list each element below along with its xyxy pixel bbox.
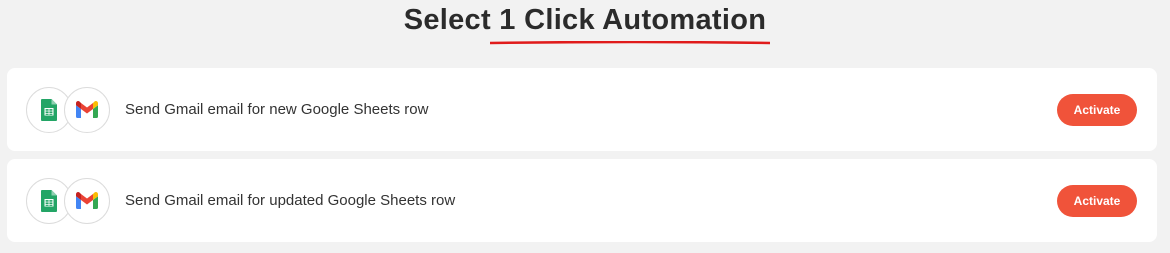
gmail-icon [64,86,110,133]
page-header: Select 1 Click Automation [0,0,1170,62]
app-icons [26,177,116,224]
gmail-icon [64,177,110,224]
app-icons [26,86,116,133]
automation-card: Send Gmail email for updated Google Shee… [7,159,1157,242]
automation-list: Send Gmail email for new Google Sheets r… [7,68,1157,250]
activate-button[interactable]: Activate [1057,185,1137,217]
automation-description: Send Gmail email for new Google Sheets r… [125,101,429,118]
title-underline [490,41,770,45]
page-title: Select 1 Click Automation [403,4,767,36]
automation-description: Send Gmail email for updated Google Shee… [125,192,456,209]
automation-card: Send Gmail email for new Google Sheets r… [7,68,1157,151]
activate-button[interactable]: Activate [1057,94,1137,126]
